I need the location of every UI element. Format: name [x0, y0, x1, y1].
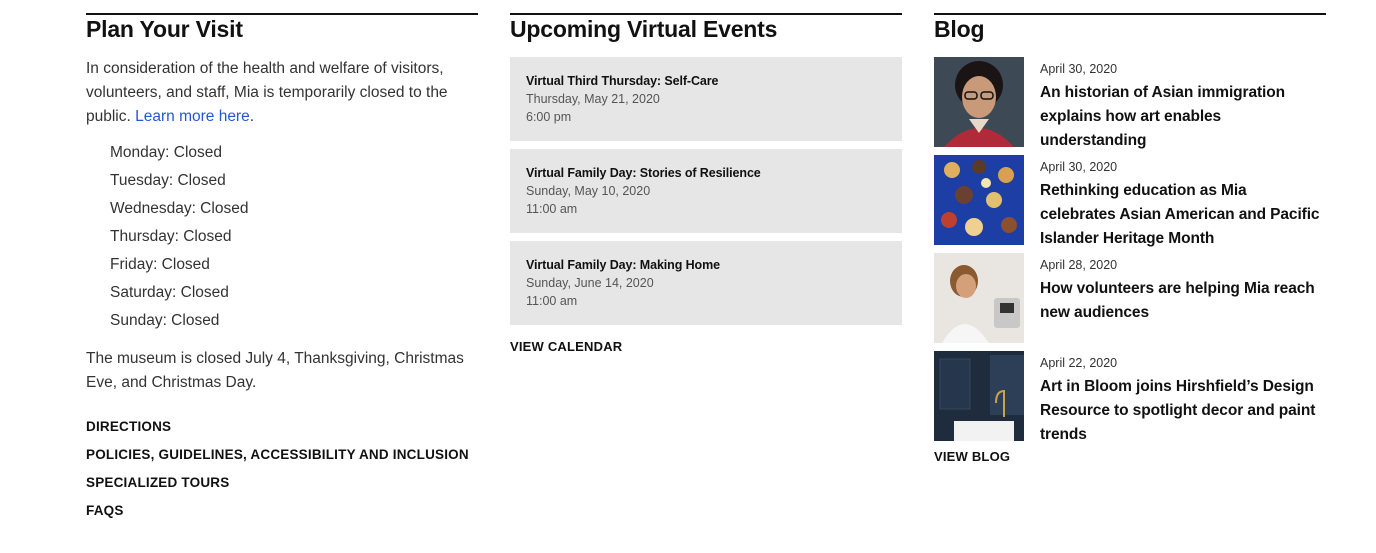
event-time: 11:00 am — [526, 202, 578, 216]
event-date: Sunday, May 10, 2020 — [526, 184, 651, 198]
blog-post[interactable]: April 30, 2020 An historian of Asian imm… — [934, 57, 1326, 149]
hours-list: Monday: Closed Tuesday: Closed Wednesday… — [110, 139, 478, 335]
specialized-tours-link[interactable]: SPECIALIZED TOURS — [86, 469, 478, 497]
event-time: 11:00 am — [526, 294, 578, 308]
directions-link[interactable]: DIRECTIONS — [86, 413, 478, 441]
blog-thumbnail-volunteer[interactable] — [934, 253, 1024, 343]
events-section: Upcoming Virtual Events Virtual Third Th… — [510, 13, 902, 354]
blog-post[interactable]: April 30, 2020 Rethinking education as M… — [934, 155, 1326, 247]
blog-post-text: April 22, 2020 Art in Bloom joins Hirshf… — [1040, 355, 1326, 443]
blog-post-title[interactable]: Rethinking education as Mia celebrates A… — [1040, 179, 1326, 251]
view-blog-link[interactable]: VIEW BLOG — [934, 449, 1326, 464]
events-title: Upcoming Virtual Events — [510, 16, 778, 42]
holiday-closure-note: The museum is closed July 4, Thanksgivin… — [86, 350, 464, 391]
blog-post[interactable]: April 22, 2020 Art in Bloom joins Hirshf… — [934, 351, 1326, 443]
blog-post-text: April 28, 2020 How volunteers are helpin… — [1040, 257, 1326, 343]
blog-thumbnail-painting[interactable] — [934, 155, 1024, 245]
event-date: Sunday, June 14, 2020 — [526, 276, 654, 290]
blog-post-date: April 30, 2020 — [1040, 160, 1118, 174]
blog-title: Blog — [934, 16, 985, 42]
event-card[interactable]: Virtual Family Day: Making Home Sunday, … — [510, 241, 902, 325]
visit-intro-end: . — [249, 108, 255, 125]
blog-post[interactable]: April 28, 2020 How volunteers are helpin… — [934, 253, 1326, 343]
blog-post-text: April 30, 2020 Rethinking education as M… — [1040, 159, 1326, 247]
plan-visit-section: Plan Your Visit In consideration of the … — [86, 13, 478, 525]
blog-post-title[interactable]: How volunteers are helping Mia reach new… — [1040, 277, 1326, 325]
hours-sunday: Sunday: Closed — [110, 312, 220, 329]
view-calendar-link[interactable]: VIEW CALENDAR — [510, 339, 902, 354]
faqs-link[interactable]: FAQS — [86, 497, 478, 525]
hours-saturday: Saturday: Closed — [110, 284, 229, 301]
blog-post-text: April 30, 2020 An historian of Asian imm… — [1040, 61, 1326, 149]
blog-thumbnail-portrait[interactable] — [934, 57, 1024, 147]
hours-tuesday: Tuesday: Closed — [110, 172, 226, 189]
event-time: 6:00 pm — [526, 110, 572, 124]
blog-thumbnail-interior[interactable] — [934, 351, 1024, 441]
plan-visit-title: Plan Your Visit — [86, 16, 243, 42]
blog-post-date: April 22, 2020 — [1040, 356, 1118, 370]
blog-posts: April 30, 2020 An historian of Asian imm… — [934, 57, 1326, 443]
event-title: Virtual Third Thursday: Self-Care — [526, 74, 719, 88]
hours-wednesday: Wednesday: Closed — [110, 200, 249, 217]
event-card[interactable]: Virtual Third Thursday: Self-Care Thursd… — [510, 57, 902, 141]
hours-monday: Monday: Closed — [110, 144, 223, 161]
blog-section: Blog April 30, 2020 An historian of Asia… — [934, 13, 1326, 464]
hours-friday: Friday: Closed — [110, 256, 210, 273]
policies-link[interactable]: POLICIES, GUIDELINES, ACCESSIBILITY AND … — [86, 441, 478, 469]
events-list: Virtual Third Thursday: Self-Care Thursd… — [510, 57, 902, 325]
blog-post-date: April 28, 2020 — [1040, 258, 1118, 272]
blog-post-date: April 30, 2020 — [1040, 62, 1118, 76]
learn-more-link[interactable]: Learn more here — [135, 108, 250, 125]
visit-links: DIRECTIONS POLICIES, GUIDELINES, ACCESSI… — [86, 413, 478, 525]
blog-post-title[interactable]: Art in Bloom joins Hirshfield’s Design R… — [1040, 375, 1326, 447]
visit-intro: In consideration of the health and welfa… — [86, 57, 478, 129]
event-title: Virtual Family Day: Making Home — [526, 258, 720, 272]
event-card[interactable]: Virtual Family Day: Stories of Resilienc… — [510, 149, 902, 233]
event-date: Thursday, May 21, 2020 — [526, 92, 660, 106]
blog-post-title[interactable]: An historian of Asian immigration explai… — [1040, 81, 1326, 153]
event-title: Virtual Family Day: Stories of Resilienc… — [526, 166, 761, 180]
hours-thursday: Thursday: Closed — [110, 228, 232, 245]
